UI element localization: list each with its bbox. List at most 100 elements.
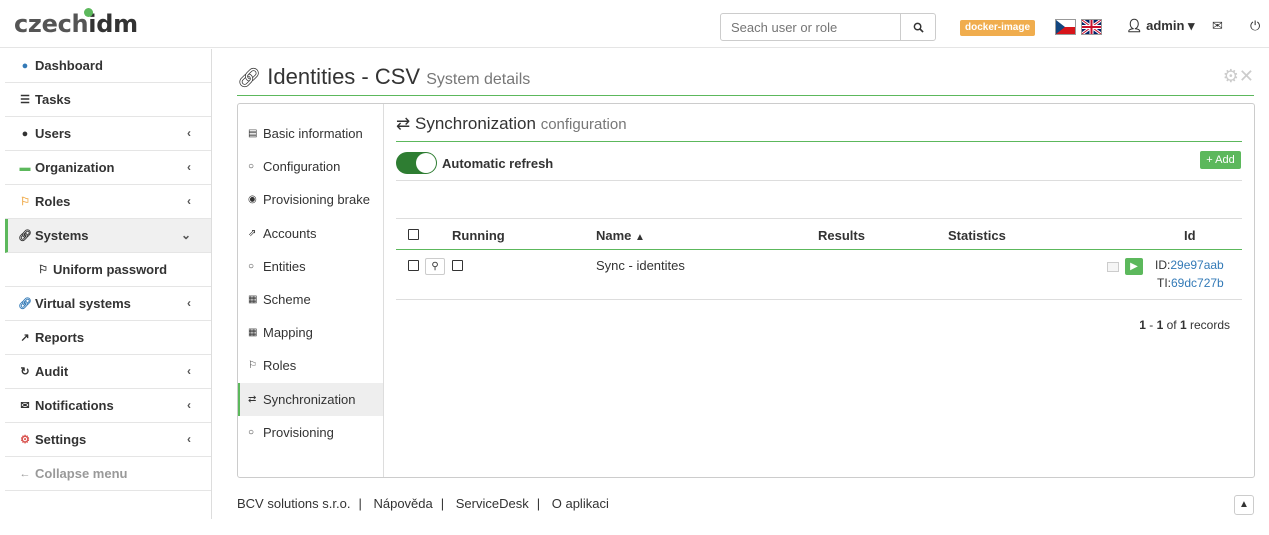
- detail-button[interactable]: ⚲: [425, 258, 445, 275]
- subnav-item-scheme[interactable]: ▦ Scheme: [238, 283, 383, 316]
- user-name: admin: [1146, 18, 1185, 33]
- subnav-item-configuration[interactable]: ○ Configuration: [238, 150, 383, 183]
- scroll-to-top-button[interactable]: ▲: [1234, 495, 1254, 515]
- subnav-item-label: Configuration: [263, 159, 341, 175]
- column-header-name[interactable]: Name ▲: [596, 228, 645, 243]
- link-icon: 🔗︎: [237, 68, 262, 89]
- sidebar-item-roles[interactable]: ⚐ Roles ‹: [5, 185, 211, 219]
- id-link[interactable]: 29e97aab: [1170, 258, 1223, 272]
- header-tools: ⚙✕: [1223, 66, 1254, 87]
- column-header-statistics: Statistics: [948, 228, 1006, 243]
- sidebar-item-label: Systems: [35, 228, 89, 243]
- logo-part2: idm: [88, 10, 138, 38]
- uk-flag-icon[interactable]: [1081, 19, 1102, 35]
- search-button[interactable]: [900, 13, 936, 41]
- dot-circle-icon: ◉: [248, 194, 257, 206]
- sidebar-item-notifications[interactable]: ✉ Notifications ‹: [5, 389, 211, 423]
- exchange-icon: ⇄: [396, 114, 411, 133]
- close-icon[interactable]: ✕: [1239, 66, 1254, 86]
- sidebar-item-label: Audit: [35, 364, 69, 379]
- sidebar-item-tasks[interactable]: ☰ Tasks: [5, 83, 211, 117]
- footer-link-company[interactable]: BCV solutions s.r.o.: [237, 496, 350, 511]
- key-icon: ⚐: [248, 360, 257, 372]
- sidebar-item-label: Virtual systems: [35, 296, 131, 311]
- subnav-item-label: Scheme: [263, 292, 311, 308]
- chevron-left-icon: ‹: [187, 194, 191, 208]
- page-subtitle: System details: [426, 71, 531, 88]
- sidebar-item-label: Settings: [35, 432, 87, 447]
- chevron-left-icon: ‹: [187, 364, 191, 378]
- power-icon[interactable]: ⏻: [1250, 18, 1260, 34]
- section-title-text: Synchronization: [414, 114, 536, 133]
- chevron-left-icon: ‹: [187, 160, 191, 174]
- column-header-name-label: Name: [596, 228, 632, 243]
- page-title: 🔗︎ Identities - CSV System details: [237, 64, 530, 90]
- log-icon[interactable]: [1107, 262, 1119, 272]
- pager-total: 1: [1179, 318, 1187, 332]
- sidebar-item-users[interactable]: ● Users ‹: [5, 117, 211, 151]
- auto-refresh-toggle[interactable]: [396, 152, 437, 174]
- subnav-item-basic-information[interactable]: ▤ Basic information: [238, 117, 383, 150]
- footer-link-servicedesk[interactable]: ServiceDesk: [456, 496, 529, 511]
- search-icon: ⚲: [431, 261, 439, 272]
- subnav-item-provisioning-brake[interactable]: ◉ Provisioning brake: [238, 183, 383, 216]
- sidebar-collapse-menu[interactable]: ← Collapse menu: [5, 457, 211, 491]
- row-ti: TI:69dc727b: [1157, 276, 1224, 290]
- sidebar-item-reports[interactable]: ↗ Reports: [5, 321, 211, 355]
- app-logo[interactable]: czechidm: [14, 8, 138, 38]
- sidebar-item-uniform-password[interactable]: ⚐ Uniform password: [5, 253, 211, 287]
- sidebar-item-dashboard[interactable]: ● Dashboard: [5, 49, 211, 83]
- search-input[interactable]: [720, 13, 901, 41]
- envelope-icon: ✉: [20, 400, 30, 412]
- row-checkbox[interactable]: [408, 260, 419, 271]
- sidebar-item-label: Users: [35, 126, 72, 141]
- column-header-id: Id: [1184, 228, 1196, 243]
- id-card-icon: ▤: [248, 128, 258, 140]
- sidebar-item-label: Tasks: [35, 92, 71, 107]
- envelope-icon[interactable]: ✉: [1212, 18, 1223, 34]
- logo-dot: [84, 8, 93, 17]
- subnav-item-accounts[interactable]: ⇗ Accounts: [238, 217, 383, 250]
- sort-icon: ▲: [635, 232, 645, 243]
- top-navbar: czechidm docker-image 👤︎ admin ▾ ✉ ⏻: [0, 0, 1269, 48]
- exchange-icon: ⇄: [248, 393, 257, 405]
- user-menu[interactable]: 👤︎ admin ▾: [1126, 18, 1195, 34]
- sidebar-item-label: Notifications: [35, 398, 114, 413]
- subnav-item-label: Accounts: [263, 225, 317, 241]
- section-title: ⇄ Synchronization configuration: [396, 114, 1242, 142]
- subnav-item-provisioning[interactable]: ○ Provisioning: [238, 416, 383, 449]
- czech-flag-icon[interactable]: [1055, 19, 1076, 35]
- circle-icon: ○: [248, 260, 255, 272]
- sidebar-item-audit[interactable]: ↻ Audit ‹: [5, 355, 211, 389]
- sidebar-item-virtual-systems[interactable]: 🔗︎ Virtual systems ‹: [5, 287, 211, 321]
- row-id: ID:29e97aab: [1155, 258, 1224, 272]
- select-all-checkbox[interactable]: [408, 229, 419, 240]
- add-button-label: Add: [1215, 154, 1235, 166]
- ti-link[interactable]: 69dc727b: [1171, 276, 1224, 290]
- start-sync-button[interactable]: ▶: [1125, 258, 1143, 275]
- gear-icon[interactable]: ⚙: [1223, 66, 1239, 86]
- sidebar-item-settings[interactable]: ⚙ Settings ‹: [5, 423, 211, 457]
- key-icon: ⚐: [38, 264, 48, 276]
- subnav-item-synchronization[interactable]: ⇄ Synchronization: [238, 382, 383, 416]
- pager-from: 1: [1139, 318, 1146, 332]
- subnav-item-roles[interactable]: ⚐ Roles: [238, 349, 383, 382]
- search-icon: [913, 22, 924, 33]
- sidebar-item-label: Collapse menu: [35, 466, 128, 481]
- page-title-text: Identities - CSV: [267, 64, 421, 89]
- users-icon: ●: [21, 127, 29, 140]
- chevron-left-icon: ‹: [187, 296, 191, 310]
- subnav-item-mapping[interactable]: ▦ Mapping: [238, 316, 383, 349]
- gear-icon: ⚙: [20, 434, 30, 446]
- footer-link-about[interactable]: O aplikaci: [552, 496, 609, 511]
- add-button[interactable]: + Add: [1200, 151, 1241, 169]
- sync-name: Sync - identites: [596, 258, 685, 273]
- page-header: 🔗︎ Identities - CSV System details ⚙✕: [237, 60, 1254, 96]
- footer-link-help[interactable]: Nápověda: [373, 496, 432, 511]
- running-checkbox: [452, 260, 463, 271]
- sidebar-item-organization[interactable]: ▬ Organization ‹: [5, 151, 211, 185]
- sidebar: ● Dashboard ☰ Tasks ● Users ‹ ▬ Organization ‹…: [5, 49, 212, 519]
- environment-badge: docker-image: [960, 20, 1036, 36]
- subnav-item-entities[interactable]: ○ Entities: [238, 250, 383, 283]
- sidebar-item-systems[interactable]: 🔗︎ Systems ⌄: [5, 219, 211, 253]
